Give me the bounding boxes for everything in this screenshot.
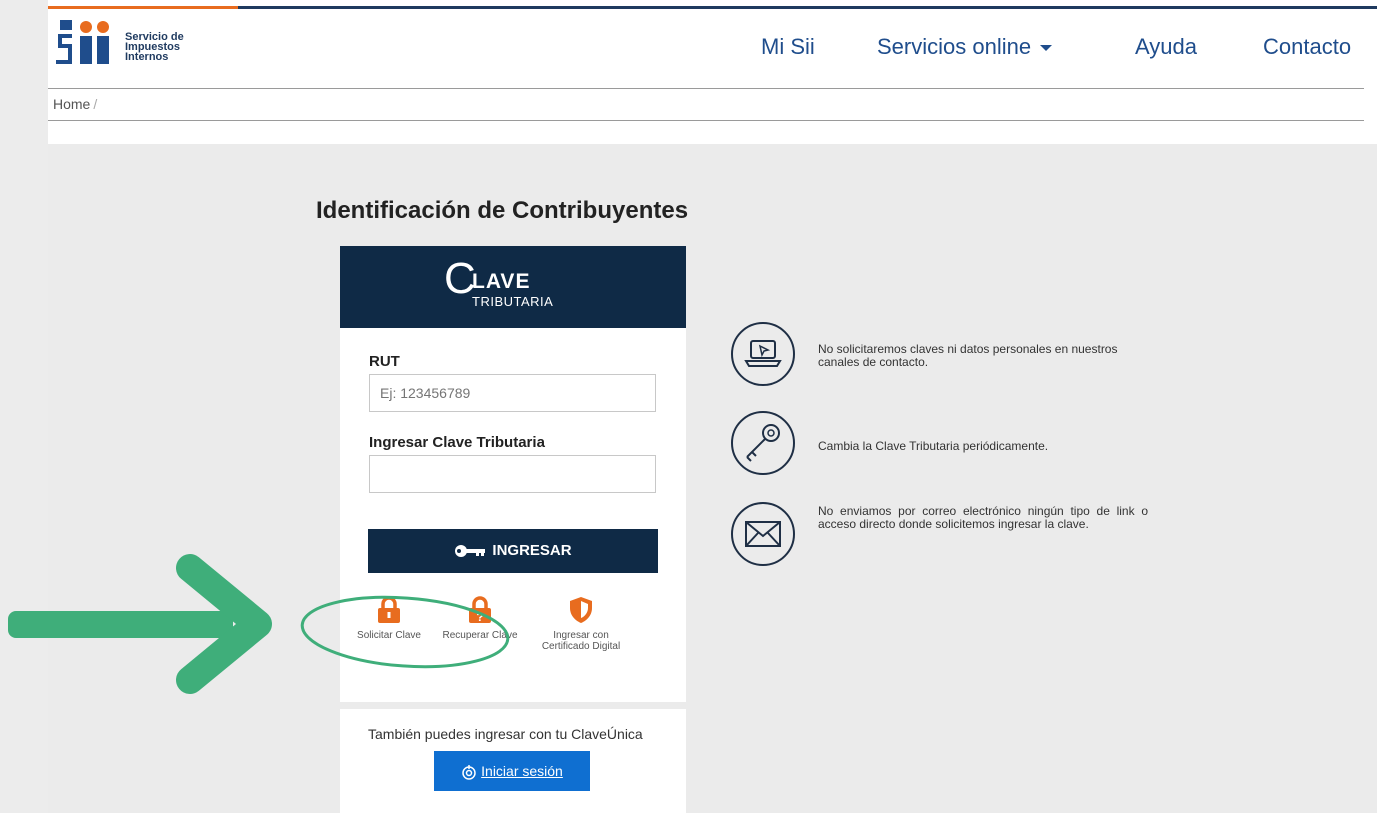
nav-contacto[interactable]: Contacto xyxy=(1263,34,1351,60)
recuperar-clave-option[interactable]: ? Recuperar Clave xyxy=(435,596,525,641)
lock-question-icon: ? xyxy=(469,596,491,624)
clave-unica-icon xyxy=(462,765,476,781)
nav-servicios-label: Servicios online xyxy=(877,34,1032,59)
solicitar-clave-label: Solicitar Clave xyxy=(357,630,421,641)
header-top-line xyxy=(48,6,1377,9)
logo-line: Internos xyxy=(125,51,169,63)
page: Servicio de Impuestos Internos Mi Sii Se… xyxy=(48,0,1377,813)
ingresar-label: INGRESAR xyxy=(492,542,572,559)
brand-c: C xyxy=(444,254,476,303)
login-card: C LAVE TRIBUTARIA RUT Ingresar Clave Tri… xyxy=(340,246,686,702)
logo-text: Servicio de Impuestos Internos xyxy=(125,32,184,63)
iniciar-sesion-button[interactable]: Iniciar sesión xyxy=(434,751,590,791)
tip-text: No enviamos por correo electrónico ningú… xyxy=(818,504,1148,531)
breadcrumb-home[interactable]: Home xyxy=(53,96,90,112)
certificado-digital-option[interactable]: Ingresar con Certificado Digital xyxy=(536,596,626,652)
ingresar-button[interactable]: INGRESAR xyxy=(368,529,658,573)
key-icon xyxy=(455,545,486,558)
header: Servicio de Impuestos Internos Mi Sii Se… xyxy=(48,0,1377,144)
breadcrumb-separator: / xyxy=(93,96,98,112)
password-input[interactable] xyxy=(369,455,656,493)
iniciar-sesion-label: Iniciar sesión xyxy=(481,763,563,779)
nav-ayuda[interactable]: Ayuda xyxy=(1135,34,1197,60)
nav-servicios-online[interactable]: Servicios online xyxy=(877,34,1053,60)
tip-text: No solicitaremos claves ni datos persona… xyxy=(818,342,1118,369)
clave-unica-text: También puedes ingresar con tu ClaveÚnic… xyxy=(368,726,643,742)
clave-unica-card: También puedes ingresar con tu ClaveÚnic… xyxy=(340,709,686,813)
key-icon xyxy=(731,411,795,475)
breadcrumb-divider xyxy=(48,120,1364,121)
solicitar-clave-option[interactable]: Solicitar Clave xyxy=(344,596,434,641)
rut-label: RUT xyxy=(369,353,400,370)
brand-lave: LAVE xyxy=(472,270,531,293)
clave-tributaria-brand: C LAVE TRIBUTARIA xyxy=(340,246,686,328)
shield-icon xyxy=(570,597,592,623)
recuperar-clave-label: Recuperar Clave xyxy=(442,630,518,641)
rut-input[interactable] xyxy=(369,374,656,412)
header-accent-line xyxy=(48,6,238,9)
caret-down-icon xyxy=(1040,45,1053,52)
password-label: Ingresar Clave Tributaria xyxy=(369,434,545,451)
laptop-icon xyxy=(731,322,795,386)
page-title: Identificación de Contribuyentes xyxy=(316,197,689,224)
tip-text: Cambia la Clave Tributaria periódicament… xyxy=(818,439,1049,453)
nav-mi-sii[interactable]: Mi Sii xyxy=(761,34,815,60)
sii-logo-icon xyxy=(56,20,109,64)
envelope-icon xyxy=(731,502,795,566)
sii-logo[interactable]: Servicio de Impuestos Internos xyxy=(56,20,216,66)
certificado-digital-label: Ingresar con Certificado Digital xyxy=(541,630,621,652)
breadcrumb: Home / xyxy=(53,96,97,112)
brand-sub: TRIBUTARIA xyxy=(472,294,554,309)
header-divider xyxy=(48,88,1364,89)
svg-text:?: ? xyxy=(476,610,483,624)
lock-icon xyxy=(378,596,400,623)
